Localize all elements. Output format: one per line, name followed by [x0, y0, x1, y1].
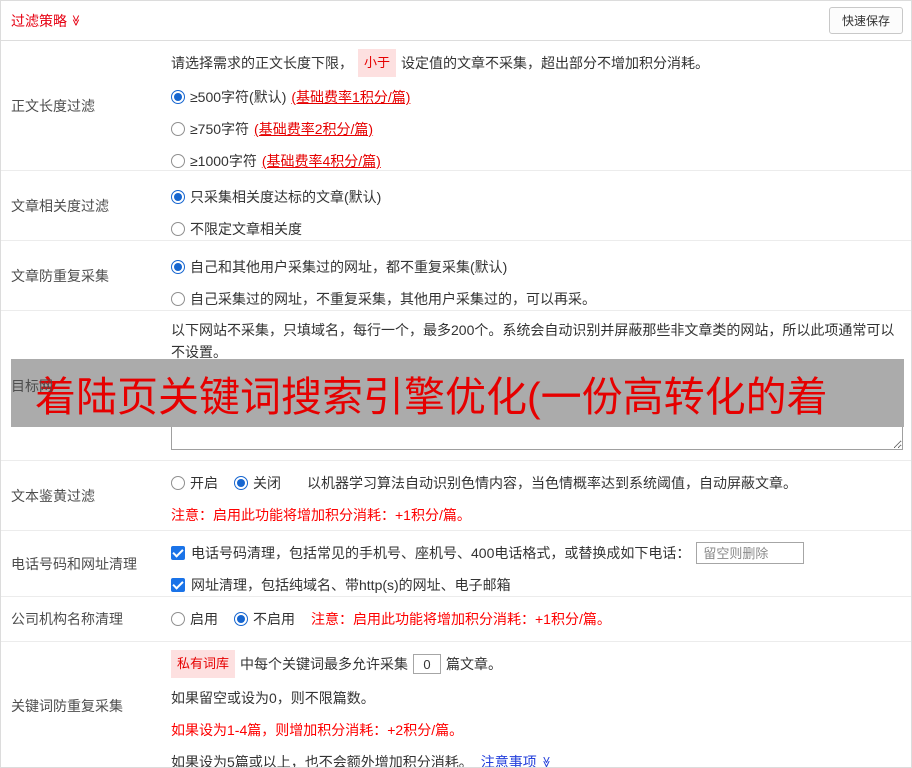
intro-text-post: 设定值的文章不采集，超出部分不增加积分消耗。	[401, 55, 710, 71]
radio-selected-icon[interactable]	[234, 612, 248, 626]
option-label: ≥750字符	[190, 121, 250, 137]
checkbox-option-url-clean[interactable]: 网址清理，包括纯域名、带http(s)的网址、电子邮箱	[171, 573, 903, 597]
replacement-phone-input[interactable]	[696, 542, 805, 564]
radio-icon[interactable]	[171, 154, 185, 168]
radio-option-company-on[interactable]: 启用	[171, 609, 218, 629]
row-keyword-dedup: 关键词防重复采集 私有词库 中每个关键词最多允许采集 篇文章。 如果留空或设为0…	[1, 642, 911, 768]
page-title-text: 过滤策略	[11, 12, 67, 29]
radio-icon[interactable]	[171, 612, 185, 626]
radio-icon[interactable]	[171, 222, 185, 236]
row-body-length-filter: 正文长度过滤 请选择需求的正文长度下限， 小于 设定值的文章不采集，超出部分不增…	[1, 41, 911, 171]
radio-option-500chars[interactable]: ≥500字符(默认) (基础费率1积分/篇)	[171, 83, 903, 111]
fee-note: (基础费率4积分/篇)	[261, 153, 381, 169]
keyword-note-free-text: 如果设为5篇或以上，也不会额外增加积分消耗。	[171, 754, 473, 768]
checkbox-option-phone-clean[interactable]: 电话号码清理，包括常见的手机号、座机号、400电话格式，或替换成如下电话：	[171, 541, 903, 565]
keyword-limit-suffix: 篇文章。	[446, 656, 503, 672]
option-label: 不限定文章相关度	[190, 221, 302, 237]
chevron-down-icon: ≫	[69, 14, 82, 27]
highlight-less-than: 小于	[358, 49, 397, 77]
radio-icon[interactable]	[171, 122, 185, 136]
option-label: 不启用	[253, 611, 295, 627]
option-label: 开启	[190, 475, 218, 491]
length-intro: 请选择需求的正文长度下限， 小于 设定值的文章不采集，超出部分不增加积分消耗。	[171, 49, 903, 77]
row-label-relevance: 文章相关度过滤	[11, 197, 109, 214]
keyword-note-empty: 如果留空或设为0，则不限篇数。	[171, 690, 375, 706]
radio-selected-icon[interactable]	[234, 476, 248, 490]
option-label: 电话号码清理，包括常见的手机号、座机号、400电话格式，或替换成如下电话：	[191, 545, 691, 561]
page-title: 过滤策略 ≫	[11, 11, 82, 31]
keyword-limit-text: 中每个关键词最多允许采集	[240, 656, 409, 672]
row-label-company-clean: 公司机构名称清理	[11, 611, 123, 627]
radio-selected-icon[interactable]	[171, 190, 185, 204]
radio-selected-icon[interactable]	[171, 90, 185, 104]
notes-link-text: 注意事项	[480, 754, 537, 768]
radio-option-750chars[interactable]: ≥750字符 (基础费率2积分/篇)	[171, 115, 903, 143]
row-relevance-filter: 文章相关度过滤 只采集相关度达标的文章(默认) 不限定文章相关度	[1, 171, 911, 241]
fee-note: (基础费率1积分/篇)	[291, 89, 411, 105]
keyword-limit-line: 私有词库 中每个关键词最多允许采集 篇文章。	[171, 650, 903, 678]
radio-option-dedup-all[interactable]: 自己和其他用户采集过的网址，都不重复采集(默认)	[171, 253, 903, 281]
row-label-keyword-dedup: 关键词防重复采集	[11, 697, 123, 714]
fee-note: (基础费率2积分/篇)	[254, 121, 374, 137]
radio-option-porn-on[interactable]: 开启	[171, 471, 218, 495]
porn-filter-description: 以机器学习算法自动识别色情内容，当色情概率达到系统阈值，自动屏蔽文章。	[307, 475, 797, 491]
radio-option-relevance-any[interactable]: 不限定文章相关度	[171, 215, 903, 243]
radio-option-porn-off[interactable]: 关闭	[234, 471, 281, 495]
highlight-private-lexicon: 私有词库	[171, 650, 236, 678]
chevron-down-icon: ≫	[539, 756, 552, 768]
row-label-phone-url: 电话号码和网址清理	[11, 555, 137, 572]
notes-link[interactable]: 注意事项 ≫	[480, 750, 552, 768]
option-label: 网址清理，包括纯域名、带http(s)的网址、电子邮箱	[191, 577, 511, 593]
keyword-note-free: 如果设为5篇或以上，也不会额外增加积分消耗。 注意事项 ≫	[171, 750, 903, 768]
option-label: 自己和其他用户采集过的网址，都不重复采集(默认)	[190, 259, 508, 275]
row-phone-url-clean: 电话号码和网址清理 电话号码清理，包括常见的手机号、座机号、400电话格式，或替…	[1, 531, 911, 597]
article-count-input[interactable]	[413, 654, 442, 674]
row-label-body-length: 正文长度过滤	[11, 97, 95, 114]
company-clean-note: 注意：启用此功能将增加积分消耗：+1积分/篇。	[311, 611, 611, 627]
radio-option-relevance-only[interactable]: 只采集相关度达标的文章(默认)	[171, 183, 903, 211]
row-label-target-site: 目标网	[11, 377, 53, 394]
row-label-dedup: 文章防重复采集	[11, 267, 109, 284]
row-dedup-filter: 文章防重复采集 自己和其他用户采集过的网址，都不重复采集(默认) 自己采集过的网…	[1, 241, 911, 311]
radio-icon[interactable]	[171, 292, 185, 306]
option-label: 关闭	[253, 475, 281, 491]
target-site-description: 以下网站不采集，只填域名，每行一个，最多200个。系统会自动识别并屏蔽那些非文章…	[171, 322, 895, 360]
option-label: 只采集相关度达标的文章(默认)	[190, 189, 382, 205]
option-label: ≥1000字符	[190, 153, 257, 169]
radio-option-dedup-own[interactable]: 自己采集过的网址，不重复采集，其他用户采集过的，可以再采。	[171, 285, 903, 313]
option-label: 自己采集过的网址，不重复采集，其他用户采集过的，可以再采。	[190, 291, 596, 307]
row-porn-filter: 文本鉴黄过滤 开启 关闭 以机器学习算法自动识别色情内容，当色情概率达到系统阈值…	[1, 461, 911, 531]
keyword-note-cost: 如果设为1-4篇，则增加积分消耗：+2积分/篇。	[171, 722, 464, 738]
intro-text-pre: 请选择需求的正文长度下限，	[171, 55, 353, 71]
filter-strategy-page: 过滤策略 ≫ 快速保存 正文长度过滤 请选择需求的正文长度下限， 小于 设定值的…	[0, 0, 912, 768]
option-label: ≥500字符(默认)	[190, 89, 287, 105]
radio-option-company-off[interactable]: 不启用	[234, 609, 295, 629]
checkbox-checked-icon[interactable]	[171, 578, 185, 592]
row-label-porn-filter: 文本鉴黄过滤	[11, 487, 95, 504]
option-label: 启用	[190, 611, 218, 627]
quick-save-button[interactable]: 快速保存	[828, 7, 903, 34]
porn-filter-note: 注意：启用此功能将增加积分消耗：+1积分/篇。	[171, 507, 471, 523]
row-company-clean: 公司机构名称清理 启用 不启用 注意：启用此功能将增加积分消耗：+1积分/篇。	[1, 597, 911, 642]
checkbox-checked-icon[interactable]	[171, 546, 185, 560]
radio-icon[interactable]	[171, 476, 185, 490]
header-bar: 过滤策略 ≫ 快速保存	[1, 1, 911, 41]
radio-selected-icon[interactable]	[171, 260, 185, 274]
